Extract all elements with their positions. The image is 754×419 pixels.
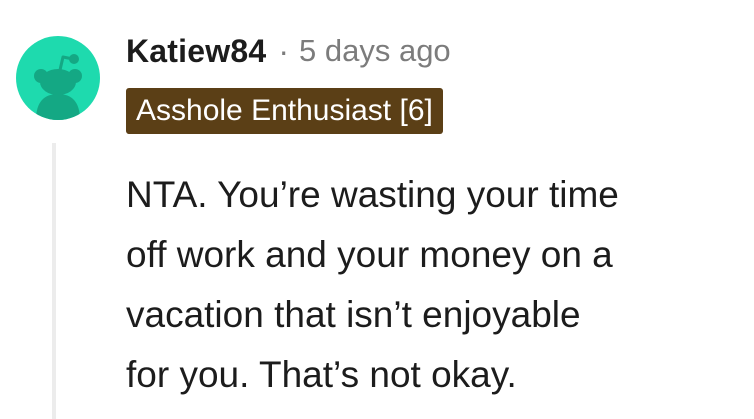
thread-line[interactable] [52, 143, 56, 419]
comment: Katiew84 · 5 days ago Asshole Enthusiast… [0, 0, 754, 419]
comment-body-line: vacation that isn’t enjoyable [126, 294, 581, 335]
username[interactable]: Katiew84 [126, 33, 266, 70]
user-flair: Asshole Enthusiast [6] [126, 88, 443, 134]
comment-body: NTA. You’re wasting your time off work a… [126, 165, 746, 405]
comment-body-line: NTA. You’re wasting your time [126, 174, 619, 215]
meta-separator: · [278, 32, 289, 69]
comment-body-line: for you. That’s not okay. [126, 354, 517, 395]
snoo-avatar-icon [34, 54, 82, 120]
comment-body-line: off work and your money on a [126, 234, 613, 275]
avatar[interactable] [16, 36, 100, 120]
comment-meta: Katiew84 · 5 days ago [126, 30, 451, 72]
timestamp[interactable]: 5 days ago [299, 33, 451, 69]
